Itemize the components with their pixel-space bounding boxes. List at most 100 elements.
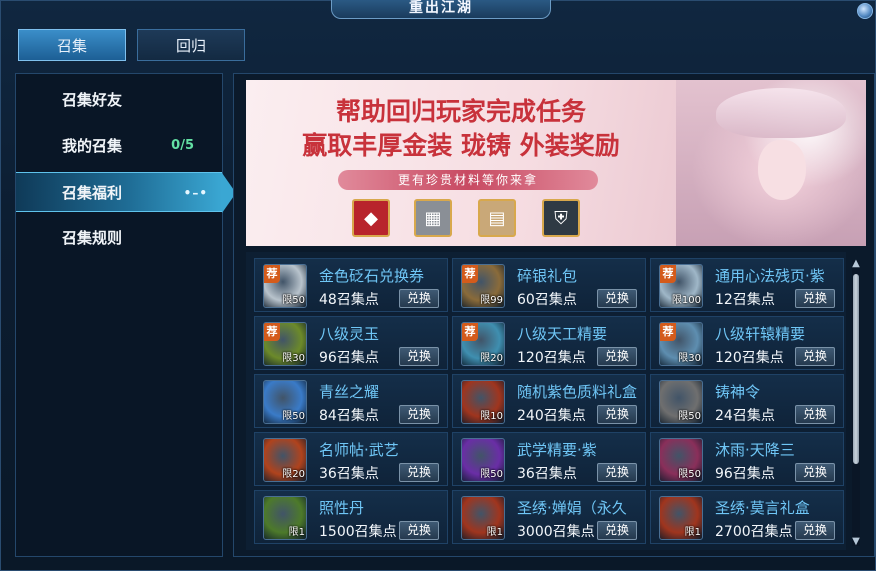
sidebar-item-my-summons[interactable]: 我的召集 0/5: [16, 126, 222, 166]
item-name: 圣绣·莫言礼盒: [715, 499, 810, 517]
limit-label: 限50: [678, 469, 701, 480]
scroll-up-icon[interactable]: ▲: [850, 258, 862, 270]
exchange-button[interactable]: 兑换: [399, 463, 439, 482]
item-cost: 84召集点: [319, 408, 379, 424]
tab-return[interactable]: 回归: [137, 29, 245, 61]
banner-headline-2: 赢取丰厚金装 珑铸 外装奖励: [302, 131, 620, 160]
hair-box-icon[interactable]: 限50: [263, 380, 307, 424]
item-cost: 36召集点: [517, 466, 577, 482]
chest-icon[interactable]: 限1: [461, 496, 505, 540]
sidebar-item-label: 我的召集: [62, 137, 123, 155]
recommend-badge: 荐: [660, 323, 676, 341]
item-cost: 60召集点: [517, 292, 577, 308]
exchange-button[interactable]: 兑换: [399, 405, 439, 424]
item-name: 青丝之耀: [319, 383, 380, 401]
chest-icon[interactable]: 限10: [461, 380, 505, 424]
sidebar-item-label: 召集好友: [62, 91, 123, 109]
reward-item: 限50 武学精要·紫 36召集点 兑换: [452, 432, 646, 486]
sidebar-item-summon-rules[interactable]: 召集规则: [16, 218, 222, 258]
reward-item: 荐限99 碎银礼包 60召集点 兑换: [452, 258, 646, 312]
exchange-button[interactable]: 兑换: [795, 405, 835, 424]
pill-icon[interactable]: 限1: [263, 496, 307, 540]
item-name: 沐雨·天降三: [715, 441, 795, 459]
item-name: 铸神令: [715, 383, 761, 401]
reward-item: 限10 随机紫色质料礼盒 240召集点 兑换: [452, 374, 646, 428]
exchange-button[interactable]: 兑换: [795, 289, 835, 308]
item-name: 金色砭石兑换券: [319, 267, 425, 285]
exchange-button[interactable]: 兑换: [399, 521, 439, 540]
book-icon[interactable]: ▤: [478, 199, 516, 237]
reward-item: 限50 铸神令 24召集点 兑换: [650, 374, 844, 428]
exchange-button[interactable]: 兑换: [597, 289, 637, 308]
item-cost: 2700召集点: [715, 524, 793, 540]
token-icon[interactable]: 限50: [659, 380, 703, 424]
item-cost: 240召集点: [517, 408, 586, 424]
reward-item: 限50 青丝之耀 84召集点 兑换: [254, 374, 448, 428]
recommend-badge: 荐: [264, 323, 280, 341]
item-name: 八级灵玉: [319, 325, 380, 343]
reward-item: 荐限100 通用心法残页·紫 12召集点 兑换: [650, 258, 844, 312]
limit-label: 限1: [288, 527, 305, 538]
promo-banner: 帮助回归玩家完成任务 赢取丰厚金装 珑铸 外装奖励 更有珍贵材料等你来拿 ◆ ▦…: [246, 80, 866, 246]
item-name: 八级天工精要: [517, 325, 608, 343]
reward-grid: 荐限50 金色砭石兑换券 48召集点 兑换荐限99 碎银礼包 60召集点 兑换荐限100 通用…: [246, 252, 846, 550]
window-title: 重出江湖: [331, 0, 551, 19]
shield-icon[interactable]: ⛨: [542, 199, 580, 237]
master-letter-icon[interactable]: 限20: [263, 438, 307, 482]
exchange-button[interactable]: 兑换: [597, 347, 637, 366]
silver-pack-icon[interactable]: 荐限99: [461, 264, 505, 308]
limit-label: 限20: [282, 469, 305, 480]
sidebar-item-summon-friends[interactable]: 召集好友: [16, 80, 222, 120]
item-name: 碎银礼包: [517, 267, 578, 285]
chest-icon[interactable]: 限1: [659, 496, 703, 540]
exchange-button[interactable]: 兑换: [795, 347, 835, 366]
limit-label: 限99: [480, 295, 503, 306]
armor-icon[interactable]: ▦: [414, 199, 452, 237]
limit-label: 限1: [684, 527, 701, 538]
exchange-button[interactable]: 兑换: [795, 521, 835, 540]
limit-label: 限100: [671, 295, 701, 306]
item-name: 名师帖·武艺: [319, 441, 399, 459]
exchange-button[interactable]: 兑换: [399, 347, 439, 366]
tab-summon[interactable]: 召集: [18, 29, 126, 61]
close-icon[interactable]: [857, 3, 873, 19]
face-illustration: [758, 140, 806, 200]
scroll-page-icon[interactable]: 荐限100: [659, 264, 703, 308]
item-name: 随机紫色质料礼盒: [517, 383, 638, 401]
scroll-down-icon[interactable]: ▼: [850, 536, 862, 548]
limit-label: 限1: [486, 527, 503, 538]
item-name: 八级轩辕精要: [715, 325, 806, 343]
red-gem-icon[interactable]: ◆: [352, 199, 390, 237]
potion-icon[interactable]: 限50: [659, 438, 703, 482]
item-cost: 24召集点: [715, 408, 775, 424]
exchange-button[interactable]: 兑换: [597, 405, 637, 424]
exchange-button[interactable]: 兑换: [597, 463, 637, 482]
scrollbar-thumb[interactable]: [853, 274, 859, 464]
exchange-button[interactable]: 兑换: [795, 463, 835, 482]
recommend-badge: 荐: [462, 265, 478, 283]
item-name: 通用心法残页·紫: [715, 267, 825, 285]
sidebar-item-summon-rewards[interactable]: 召集福利 •–•: [16, 172, 236, 213]
xuanyuan-book-icon[interactable]: 荐限30: [659, 322, 703, 366]
item-cost: 96召集点: [319, 350, 379, 366]
craft-book-icon[interactable]: 荐限20: [461, 322, 505, 366]
exchange-button[interactable]: 兑换: [597, 521, 637, 540]
jade-icon[interactable]: 荐限30: [263, 322, 307, 366]
limit-label: 限50: [282, 411, 305, 422]
sidebar-item-label: 召集规则: [62, 229, 123, 247]
purple-manual-icon[interactable]: 限50: [461, 438, 505, 482]
item-cost: 36召集点: [319, 466, 379, 482]
limit-label: 限30: [282, 353, 305, 364]
reward-item: 限20 名师帖·武艺 36召集点 兑换: [254, 432, 448, 486]
ticket-icon[interactable]: 荐限50: [263, 264, 307, 308]
item-cost: 120召集点: [517, 350, 586, 366]
item-name: 武学精要·紫: [517, 441, 597, 459]
hat-illustration: [716, 88, 846, 138]
limit-label: 限30: [678, 353, 701, 364]
sidebar-item-label: 召集福利: [62, 184, 123, 202]
reward-item: 荐限50 金色砭石兑换券 48召集点 兑换: [254, 258, 448, 312]
reward-item: 荐限30 八级轩辕精要 120召集点 兑换: [650, 316, 844, 370]
recommend-badge: 荐: [660, 265, 676, 283]
exchange-button[interactable]: 兑换: [399, 289, 439, 308]
reward-item: 限1 圣绣·莫言礼盒 2700召集点 兑换: [650, 490, 844, 544]
